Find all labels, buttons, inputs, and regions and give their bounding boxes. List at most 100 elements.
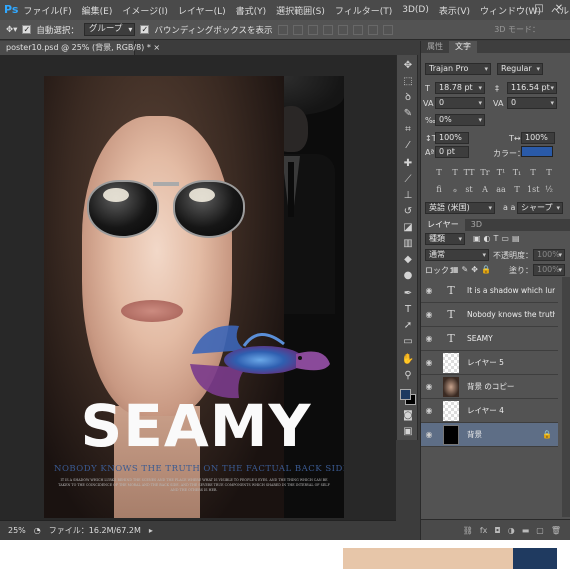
document-tab[interactable]: poster10.psd @ 25% (背景, RGB/8) * × [0, 41, 160, 55]
auto-select-dropdown[interactable]: グループ [83, 23, 136, 36]
opacity-field[interactable]: 100% [533, 249, 565, 261]
visibility-eye-icon[interactable]: ◉ [421, 382, 437, 391]
blend-mode-select[interactable]: 通常 [425, 249, 489, 261]
subscript-button[interactable]: T₁ [511, 167, 523, 179]
new-layer-icon[interactable]: ▢ [536, 526, 544, 535]
eraser-icon[interactable]: ◪ [400, 221, 416, 235]
fill-field[interactable]: 100% [533, 264, 565, 276]
layers-scrollbar[interactable] [562, 277, 570, 517]
auto-select-checkbox[interactable]: ✓ [22, 25, 32, 34]
ligature-button[interactable]: fi [433, 184, 445, 196]
menu-select[interactable]: 選択範囲(S) [271, 4, 330, 17]
status-menu-arrow[interactable]: ▸ [149, 526, 153, 535]
marquee-icon[interactable]: ⬚ [400, 75, 416, 89]
layer-name[interactable]: レイヤー 5 [467, 357, 555, 368]
tab-character[interactable]: 文字 [449, 41, 477, 53]
layer-row[interactable]: ◉ レイヤー 5 [421, 351, 558, 375]
menu-file[interactable]: ファイル(F) [18, 4, 76, 17]
layer-name[interactable]: 背景 のコピー [467, 381, 555, 392]
history-brush-icon[interactable]: ↺ [400, 205, 416, 219]
restore-button[interactable]: □ [532, 2, 546, 16]
menu-image[interactable]: イメージ(I) [117, 4, 173, 17]
path-select-icon[interactable]: ➚ [400, 319, 416, 333]
visibility-eye-icon[interactable]: ◉ [421, 286, 437, 295]
menu-edit[interactable]: 編集(E) [77, 4, 118, 17]
faux-bold-button[interactable]: T [433, 167, 445, 179]
align-vcenter-icon[interactable] [292, 24, 303, 35]
layer-name[interactable]: レイヤー 4 [467, 405, 555, 416]
layer-row[interactable]: ◉ T Nobody knows the truth ... [421, 303, 558, 327]
contextual-button[interactable]: ℴ [449, 184, 461, 196]
superscript-button[interactable]: T¹ [495, 167, 507, 179]
foreground-color-swatch[interactable] [400, 389, 411, 400]
quick-select-icon[interactable]: ✎ [400, 107, 416, 121]
gradient-icon[interactable]: ▥ [400, 237, 416, 251]
anti-alias-select[interactable]: シャープ [517, 202, 563, 214]
tab-layers[interactable]: レイヤー [421, 219, 465, 231]
menu-filter[interactable]: フィルター(T) [330, 4, 397, 17]
fx-icon[interactable]: fx [480, 526, 488, 535]
dodge-icon[interactable]: ● [400, 269, 416, 283]
move-icon[interactable]: ✥ [400, 59, 416, 73]
shape-icon[interactable]: ▭ [400, 335, 416, 349]
all-caps-button[interactable]: TT [463, 167, 475, 179]
menu-layer[interactable]: レイヤー(L) [173, 4, 231, 17]
minimize-button[interactable]: – [512, 2, 526, 16]
adjustment-icon[interactable]: ◑ [508, 526, 515, 535]
vertical-scale-field[interactable]: 100% [435, 132, 469, 144]
align-left-icon[interactable] [322, 24, 333, 35]
quick-mask-icon[interactable]: ◙ [400, 409, 416, 423]
group-icon[interactable]: ▬ [522, 526, 530, 535]
lock-icons[interactable]: ▦✎✥🔒 [451, 265, 494, 274]
layer-row[interactable]: ◉ 背景 のコピー [421, 375, 558, 399]
align-top-icon[interactable] [277, 24, 288, 35]
swash-button[interactable]: A [479, 184, 491, 196]
underline-button[interactable]: T [527, 167, 539, 179]
horizontal-scale-field[interactable]: 100% [521, 132, 555, 144]
bounding-box-checkbox[interactable]: ✓ [140, 25, 150, 34]
layer-row[interactable]: ◉ T SEAMY [421, 327, 558, 351]
layer-row[interactable]: ◉ 背景 🔒 [421, 423, 558, 447]
tsume-field[interactable]: 0% [435, 114, 485, 126]
visibility-eye-icon[interactable]: ◉ [421, 358, 437, 367]
brush-icon[interactable]: ⟋ [400, 173, 416, 187]
blur-icon[interactable]: ◆ [400, 253, 416, 267]
font-size-field[interactable]: 18.78 pt [435, 82, 485, 94]
align-right-icon[interactable] [352, 24, 363, 35]
font-style-select[interactable]: Regular [497, 63, 543, 75]
mask-icon[interactable]: ◘ [494, 526, 500, 535]
kerning-field[interactable]: 0 [435, 97, 485, 109]
close-tab-icon[interactable]: × [153, 43, 160, 52]
tracking-field[interactable]: 0 [507, 97, 557, 109]
tab-3d[interactable]: 3D [465, 219, 488, 231]
close-button[interactable]: ✕ [552, 2, 566, 16]
screen-mode-icon[interactable]: ▣ [400, 425, 416, 439]
layer-row[interactable]: ◉ レイヤー 4 [421, 399, 558, 423]
type-icon[interactable]: T [400, 303, 416, 317]
font-family-select[interactable]: Trajan Pro [425, 63, 491, 75]
baseline-shift-field[interactable]: 0 pt [435, 146, 469, 158]
fraction-button[interactable]: ½ [543, 184, 555, 196]
ordinal-button[interactable]: 1st [527, 184, 539, 196]
menu-view[interactable]: 表示(V) [434, 4, 475, 17]
trash-icon[interactable]: 🗑 [551, 526, 561, 535]
layer-filter-select[interactable]: 種類 [425, 233, 465, 245]
zoom-icon[interactable]: ⚲ [400, 369, 416, 383]
poster-canvas[interactable]: SEAMY NOBODY KNOWS THE TRUTH ON THE FACT… [44, 76, 344, 518]
layer-name[interactable]: Nobody knows the truth ... [467, 310, 555, 319]
titling-button[interactable]: T [511, 184, 523, 196]
tab-properties[interactable]: 属性 [421, 41, 449, 53]
stylistic-button[interactable]: aa [495, 184, 507, 196]
layer-name[interactable]: It is a shadow which lurks... [467, 286, 555, 295]
menu-type[interactable]: 書式(Y) [231, 4, 272, 17]
status-info-icon[interactable]: ◔ [34, 526, 41, 535]
small-caps-button[interactable]: Tr [479, 167, 491, 179]
lasso-icon[interactable]: ꝺ [400, 91, 416, 105]
language-select[interactable]: 英語 (米国) [425, 202, 495, 214]
visibility-eye-icon[interactable]: ◉ [421, 430, 437, 439]
zoom-level[interactable]: 25% [8, 526, 26, 535]
eyedropper-icon[interactable]: ⁄ [400, 139, 416, 153]
pen-icon[interactable]: ✒ [400, 287, 416, 301]
visibility-eye-icon[interactable]: ◉ [421, 334, 437, 343]
distribute-h-icon[interactable] [382, 24, 393, 35]
